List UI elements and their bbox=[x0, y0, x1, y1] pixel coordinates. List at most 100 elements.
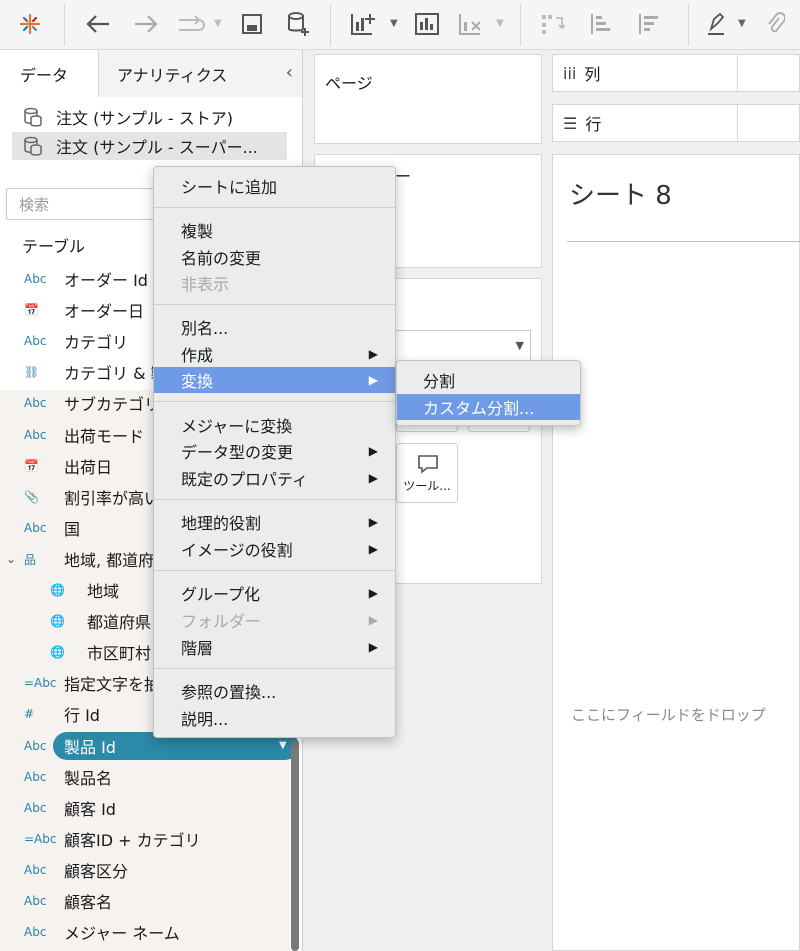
field-name: オーダー Id bbox=[64, 271, 148, 290]
collapse-pane-icon[interactable]: ‹ bbox=[286, 62, 293, 83]
field-type-icon: Abc bbox=[24, 925, 47, 939]
menu-item-aliases[interactable]: 別名... bbox=[154, 314, 395, 340]
field-type-icon: 📅 bbox=[24, 459, 39, 473]
worksheet-canvas[interactable]: シート 8 ここにフィールドをドロップ bbox=[552, 154, 800, 951]
mark-type-dropdown[interactable]: ▼ bbox=[395, 330, 531, 362]
rows-shelf[interactable]: ☰ 行 bbox=[552, 104, 800, 142]
rows-shelf-label: 行 bbox=[585, 115, 602, 134]
menu-item-group-label: グループ化 bbox=[181, 585, 261, 604]
field-item[interactable]: Abc メジャー ネーム bbox=[0, 918, 290, 946]
field-name: オーダー日 bbox=[64, 302, 145, 321]
new-datasource-icon[interactable] bbox=[282, 6, 314, 42]
field-type-icon: 📎 bbox=[24, 490, 39, 504]
sort-descending-icon[interactable] bbox=[632, 6, 666, 42]
pages-shelf-title: ページ bbox=[325, 74, 373, 93]
field-name: 指定文字を抽 bbox=[64, 675, 161, 694]
field-type-icon: 🌐 bbox=[50, 614, 65, 628]
datasource-label: 注文 (サンプル - ストア) bbox=[56, 109, 234, 128]
submenu-arrow-icon: ▶ bbox=[368, 515, 378, 529]
mark-tooltip-label: ツール... bbox=[403, 479, 451, 493]
field-type-icon: 品 bbox=[24, 552, 37, 567]
new-worksheet-icon[interactable] bbox=[346, 6, 380, 42]
field-name: カテゴリ bbox=[64, 333, 129, 352]
field-context-menu: シートに追加 複製 名前の変更 非表示 別名... 作成 ▶ 変換 ▶ メジャー… bbox=[153, 166, 396, 738]
field-type-icon: ⛓ bbox=[24, 365, 40, 379]
datasource-icon bbox=[24, 107, 42, 127]
expand-caret-icon[interactable]: ⌄ bbox=[6, 552, 16, 566]
field-item[interactable]: Abc 顧客名 bbox=[0, 887, 290, 915]
field-menu-caret-icon[interactable]: ▼ bbox=[279, 740, 287, 751]
field-item[interactable]: =Abc 顧客ID + カテゴリ bbox=[0, 825, 290, 853]
swap-icon[interactable] bbox=[536, 6, 570, 42]
menu-item-geographic-role[interactable]: 地理的役割 ▶ bbox=[154, 509, 395, 535]
menu-item-hide: 非表示 bbox=[181, 275, 230, 294]
tab-data[interactable]: データ bbox=[0, 50, 99, 97]
datasource-item-superstore[interactable]: 注文 (サンプル - スーパー... bbox=[12, 132, 287, 160]
menu-item-hierarchy[interactable]: 階層 ▶ bbox=[154, 634, 395, 660]
highlight-icon[interactable] bbox=[702, 6, 732, 42]
field-type-icon: Abc bbox=[24, 894, 47, 908]
menu-item-default-properties[interactable]: 既定のプロパティ ▶ bbox=[154, 465, 395, 491]
submenu-arrow-icon: ▶ bbox=[368, 347, 378, 361]
field-type-icon: Abc bbox=[24, 770, 47, 784]
sheet-title[interactable]: シート 8 bbox=[569, 175, 672, 212]
clear-sheet-icon[interactable] bbox=[454, 6, 488, 42]
sort-ascending-icon[interactable] bbox=[584, 6, 618, 42]
mark-tooltip-button[interactable]: ツール... bbox=[396, 443, 458, 503]
attach-icon[interactable] bbox=[760, 6, 790, 42]
field-name: 出荷モード bbox=[64, 427, 145, 446]
field-item[interactable]: Abc 製品名 bbox=[0, 763, 290, 791]
rows-icon: ☰ bbox=[563, 113, 578, 133]
tab-analytics[interactable]: アナリティクス bbox=[99, 50, 302, 97]
menu-item-rename[interactable]: 名前の変更 bbox=[154, 244, 395, 270]
submenu-arrow-icon: ▶ bbox=[368, 613, 378, 627]
submenu-item-custom-split[interactable]: カスタム分割... bbox=[397, 394, 580, 420]
menu-item-folder-label: フォルダー bbox=[181, 612, 262, 631]
columns-shelf[interactable]: iii 列 bbox=[552, 54, 800, 92]
field-name: 顧客名 bbox=[64, 893, 113, 912]
datasource-item-store[interactable]: 注文 (サンプル - ストア) bbox=[12, 103, 287, 131]
columns-icon: iii bbox=[563, 63, 577, 83]
submenu-item-split[interactable]: 分割 bbox=[397, 367, 580, 393]
submenu-arrow-icon: ▶ bbox=[368, 586, 378, 600]
save-icon[interactable] bbox=[236, 6, 268, 42]
menu-item-create[interactable]: 作成 ▶ bbox=[154, 341, 395, 367]
menu-item-change-data-type[interactable]: データ型の変更 ▶ bbox=[154, 438, 395, 464]
menu-item-transform[interactable]: 変換 ▶ bbox=[154, 367, 395, 393]
field-name: 製品 Id bbox=[64, 738, 116, 757]
field-type-icon: 🌐 bbox=[50, 645, 65, 659]
menu-item-group[interactable]: グループ化 ▶ bbox=[154, 580, 395, 606]
tableau-logo-icon[interactable] bbox=[14, 6, 46, 42]
redo-icon[interactable] bbox=[128, 6, 164, 42]
menu-item-convert-to-measure[interactable]: メジャーに変換 bbox=[154, 412, 395, 438]
field-type-icon: Abc bbox=[24, 521, 47, 535]
columns-shelf-label: 列 bbox=[584, 65, 601, 84]
menu-item-transform-label: 変換 bbox=[181, 372, 214, 391]
field-type-icon: =Abc bbox=[24, 676, 57, 690]
menu-item-folder: フォルダー ▶ bbox=[154, 607, 395, 633]
field-name: 地域, 都道府 bbox=[64, 551, 155, 570]
field-name: 出荷日 bbox=[64, 458, 113, 477]
field-type-icon: # bbox=[24, 707, 35, 721]
pages-shelf[interactable]: ページ bbox=[314, 54, 542, 144]
menu-item-hierarchy-label: 階層 bbox=[181, 639, 214, 658]
field-item[interactable]: Abc 顧客区分 bbox=[0, 856, 290, 884]
field-name: 地域 bbox=[87, 582, 120, 601]
field-type-icon: Abc bbox=[24, 739, 47, 753]
menu-item-duplicate[interactable]: 複製 bbox=[154, 217, 395, 243]
filters-shelf-title: ー bbox=[395, 167, 412, 186]
menu-item-replace-references[interactable]: 参照の置換... bbox=[154, 678, 395, 704]
field-name: 顧客区分 bbox=[64, 862, 129, 881]
menu-item-description[interactable]: 説明... bbox=[154, 705, 395, 731]
menu-item-image-role[interactable]: イメージの役割 ▶ bbox=[154, 536, 395, 562]
undo-icon[interactable] bbox=[80, 6, 116, 42]
field-item[interactable]: Abc 顧客 Id bbox=[0, 794, 290, 822]
new-dashboard-icon[interactable] bbox=[410, 6, 444, 42]
field-name: カテゴリ & 製 bbox=[64, 364, 167, 383]
field-type-icon: Abc bbox=[24, 863, 47, 877]
replay-icon[interactable] bbox=[172, 6, 210, 42]
chevron-down-icon: ▼ bbox=[515, 339, 524, 352]
field-type-icon: Abc bbox=[24, 396, 47, 410]
data-pane-scrollbar[interactable] bbox=[291, 740, 299, 951]
menu-item-add-to-sheet[interactable]: シートに追加 bbox=[154, 173, 395, 199]
